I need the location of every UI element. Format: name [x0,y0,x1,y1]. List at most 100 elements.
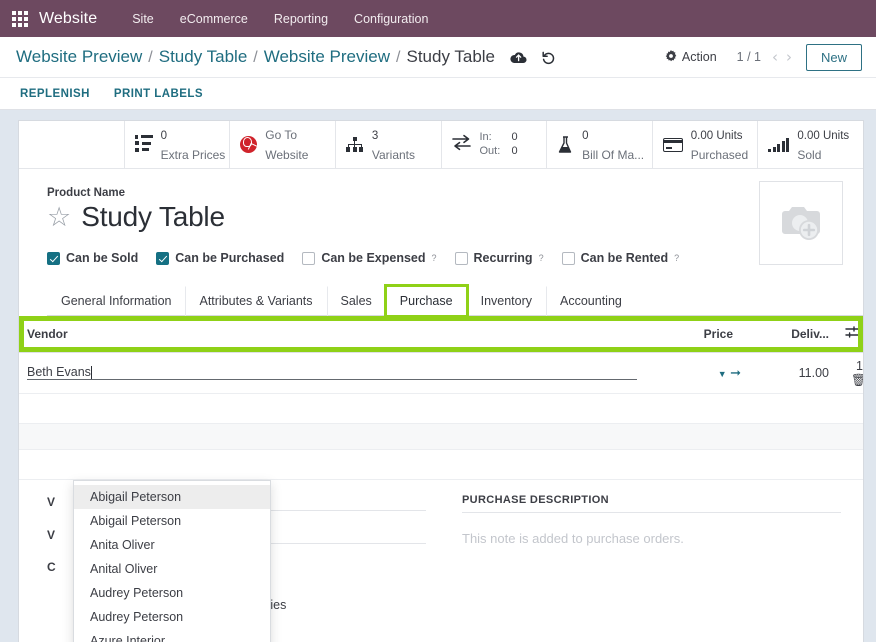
checkbox-box[interactable] [302,251,316,265]
chevron-right-icon[interactable]: › [782,48,796,66]
stat-button-go-to-website[interactable]: Go To Website [230,121,336,168]
stat-button-bar: 0 Extra Prices Go To Website 3 Variants [19,121,863,169]
help-icon[interactable]: ? [539,253,544,263]
purchase-right-column: PURCHASE DESCRIPTION This note is added … [462,494,841,612]
stat-button-purchased[interactable]: 0.00 Units Purchased [653,121,759,168]
checkbox-label: Can be Expensed [321,251,426,265]
tab-purchase[interactable]: Purchase [383,284,469,318]
stat-value: 3 [371,129,379,142]
vendor-pricelist-table: Vendor Price Deliv... Beth Evans ▼ ➞ 11.… [19,316,863,480]
in-out-arrows-icon [451,134,472,156]
stat-label: Extra Prices [160,147,226,162]
apps-grid-icon[interactable] [12,10,28,27]
column-header-delivery[interactable]: Deliv... [741,316,837,353]
nav-item-site[interactable]: Site [119,6,167,32]
stat-button-extra-prices[interactable]: 0 Extra Prices [125,121,231,168]
table-row[interactable]: Beth Evans ▼ ➞ 11.00 1 🗑 [19,352,863,394]
checkbox-box[interactable] [47,251,60,265]
stat-button-in-out[interactable]: In: 0 Out: 0 [442,121,548,168]
tab-accounting[interactable]: Accounting [546,286,636,316]
add-a-line-cell[interactable] [19,393,863,424]
cell-delivery[interactable]: 1 🗑 [837,352,863,394]
nav-item-reporting[interactable]: Reporting [261,6,341,32]
internal-link-arrow-icon[interactable]: ➞ [730,365,741,380]
dropdown-item[interactable]: Audrey Peterson [74,605,270,629]
product-flags: Can be Sold Can be Purchased Can be Expe… [47,251,759,265]
breadcrumb-separator: / [148,49,153,66]
stat-button-bill-of-materials[interactable]: 0 Bill Of Ma... [547,121,653,168]
product-image-upload[interactable] [759,181,843,265]
text-cursor [90,365,92,379]
record-action-bar: REPLENISH PRINT LABELS [0,78,876,110]
caret-down-icon[interactable]: ▼ [718,369,727,379]
dropdown-item[interactable]: Anital Oliver [74,557,270,581]
breadcrumb-separator: / [253,49,258,66]
stat-value: 0.00 Units [797,129,850,142]
checkbox-label: Can be Purchased [175,251,285,265]
dropdown-item[interactable]: Abigail Peterson [74,485,270,509]
stat-value: Go To [265,127,298,142]
breadcrumb-separator: / [396,49,401,66]
checkbox-can-be-sold[interactable]: Can be Sold [47,251,138,265]
help-icon[interactable]: ? [432,253,437,263]
page-body: 0 Extra Prices Go To Website 3 Variants [0,110,876,642]
nav-item-configuration[interactable]: Configuration [341,6,441,32]
cell-row-controls: ▼ ➞ [645,352,741,394]
variants-tree-icon [346,137,364,152]
app-brand-website[interactable]: Website [39,10,97,28]
tab-inventory[interactable]: Inventory [466,286,546,316]
chevron-left-icon[interactable]: ‹ [768,48,782,66]
undo-discard-icon[interactable] [541,50,556,65]
column-header-price[interactable]: Price [645,316,741,353]
nav-item-ecommerce[interactable]: eCommerce [167,6,261,32]
add-a-line-row[interactable] [19,393,863,424]
replenish-button[interactable]: REPLENISH [20,88,90,100]
checkbox-can-be-rented[interactable]: Can be Rented ? [561,251,679,265]
checkbox-box[interactable] [561,251,575,265]
checkbox-can-be-purchased[interactable]: Can be Purchased [156,251,284,265]
cell-vendor[interactable]: Beth Evans [19,352,645,394]
vendor-input[interactable]: Beth Evans [27,365,91,379]
control-panel-right: Action 1 / 1 ‹ › New [657,43,862,71]
breadcrumb-item-1[interactable]: Website Preview [16,47,142,67]
column-header-vendor[interactable]: Vendor [19,316,645,353]
column-options-icon[interactable] [837,316,863,353]
dropdown-item[interactable]: Azure Interior [74,629,270,642]
cell-price[interactable]: 11.00 [741,352,837,394]
tab-attributes-variants[interactable]: Attributes & Variants [185,286,326,316]
stat-label: Purchased [690,147,749,162]
table-separator-row [19,423,863,450]
help-icon[interactable]: ? [674,253,679,263]
stat-button-sold[interactable]: 0.00 Units Sold [758,121,863,168]
cloud-save-icon[interactable] [510,51,527,64]
stat-value: 0 [160,129,168,142]
stat-button-variants[interactable]: 3 Variants [336,121,442,168]
flask-icon [557,135,574,154]
stat-button-spacer [19,121,125,168]
stat-in-value: 0 [511,130,518,143]
dropdown-item[interactable]: Abigail Peterson [74,509,270,533]
dropdown-item[interactable]: Anita Oliver [74,533,270,557]
checkbox-can-be-expensed[interactable]: Can be Expensed ? [302,251,437,265]
breadcrumb-item-2[interactable]: Study Table [159,47,248,67]
product-header: Product Name ☆ Study Table Can be Sold C… [19,169,863,265]
purchase-description-input[interactable]: This note is added to purchase orders. [462,531,841,546]
action-button[interactable]: Action [657,46,725,69]
star-outline-icon[interactable]: ☆ [47,204,71,231]
trash-icon[interactable]: 🗑 [845,373,863,387]
print-labels-button[interactable]: PRINT LABELS [114,88,203,100]
gear-icon [665,49,677,65]
vendor-autocomplete-dropdown: Abigail Peterson Abigail Peterson Anita … [73,480,271,642]
dropdown-item[interactable]: Audrey Peterson [74,581,270,605]
stat-value: 0 [582,129,589,142]
stat-label: Website [265,147,309,162]
breadcrumb-item-3[interactable]: Website Preview [264,47,390,67]
checkbox-box[interactable] [156,251,170,265]
checkbox-recurring[interactable]: Recurring ? [454,251,544,265]
checkbox-box[interactable] [454,251,468,265]
form-sheet: 0 Extra Prices Go To Website 3 Variants [18,120,864,642]
tab-sales[interactable]: Sales [326,286,386,316]
new-button[interactable]: New [805,43,862,71]
tab-general-information[interactable]: General Information [47,286,185,316]
checkbox-label: Can be Rented [580,251,669,265]
